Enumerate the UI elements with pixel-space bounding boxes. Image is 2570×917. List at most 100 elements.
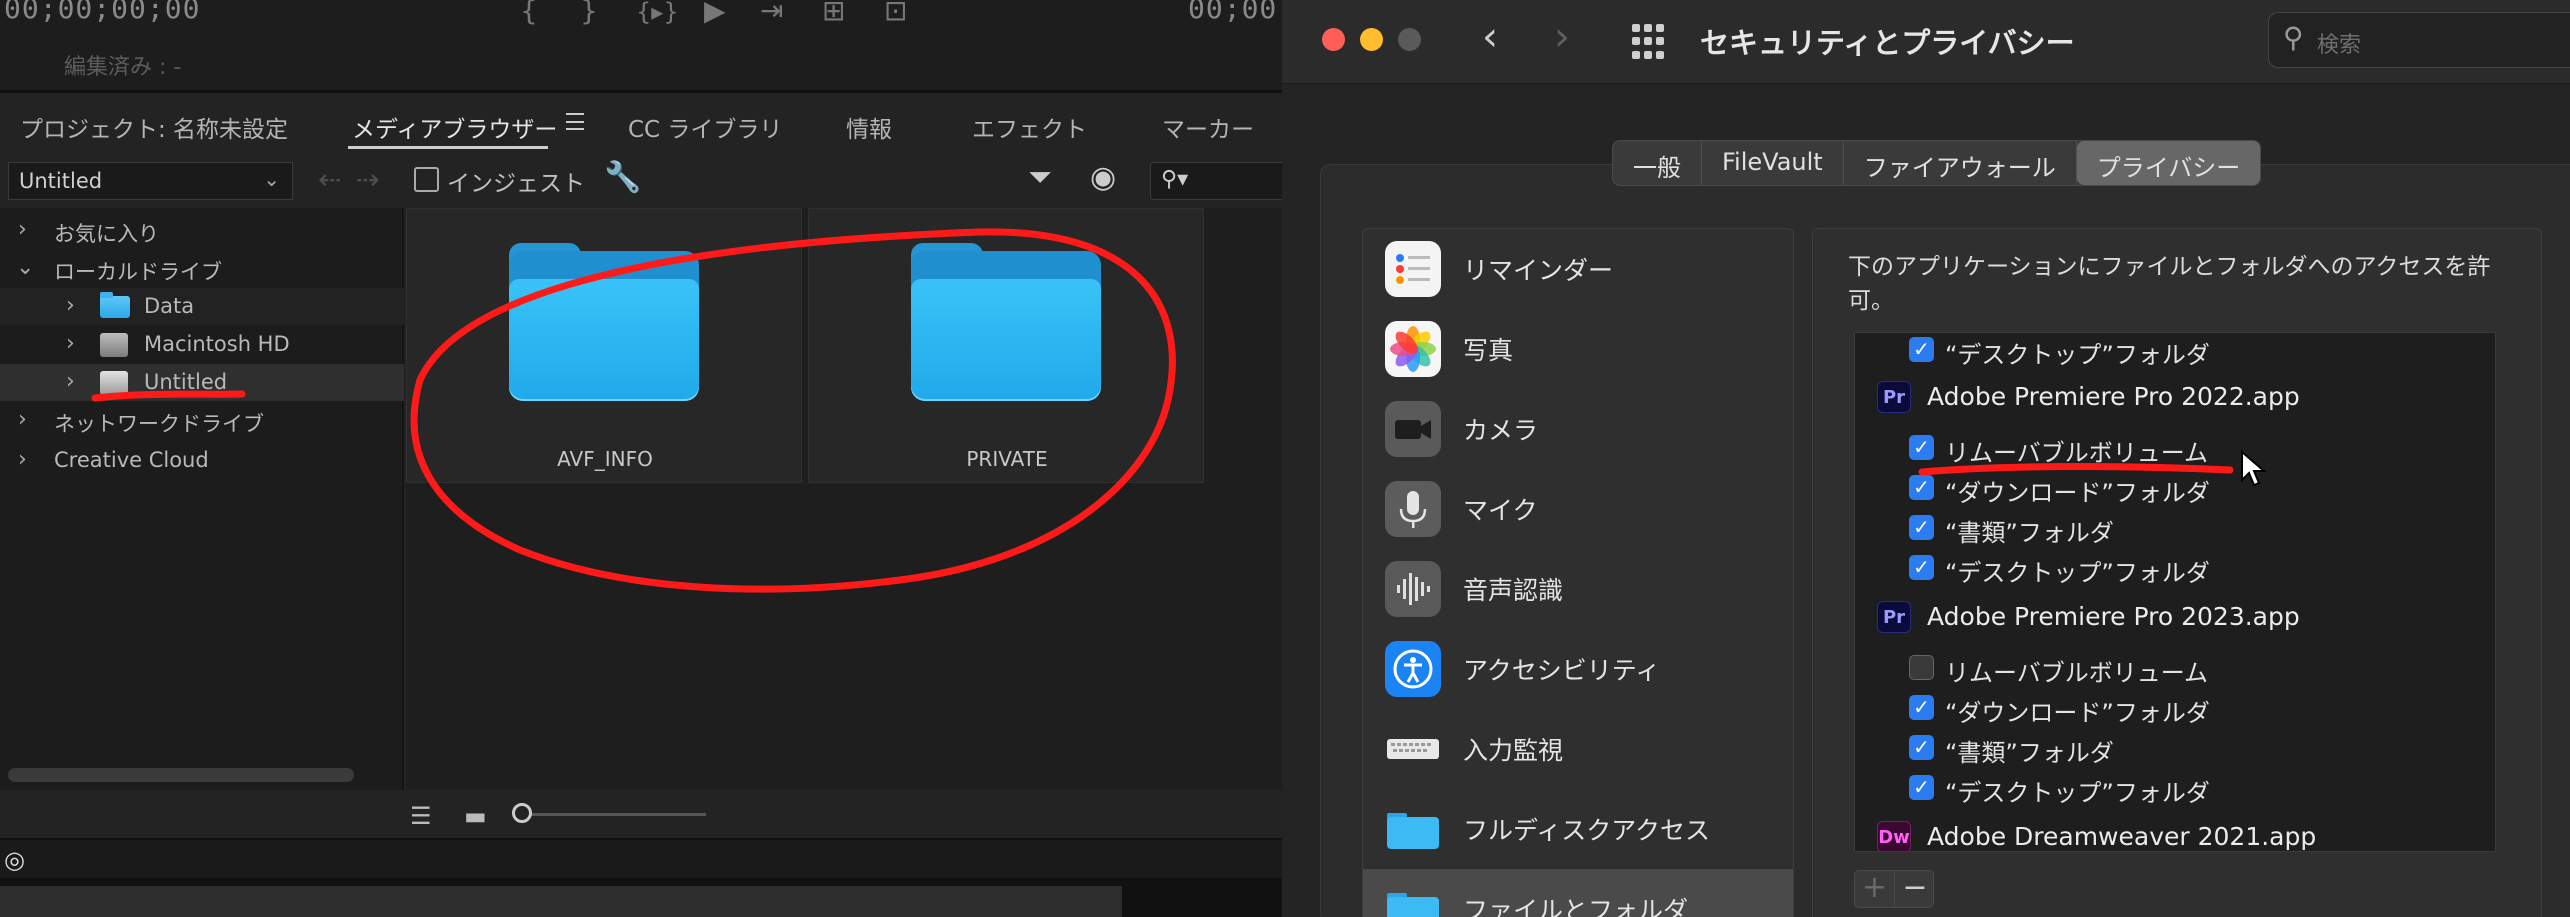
category-input-monitoring[interactable]: 入力監視 [1363,709,1793,789]
chevron-right-icon[interactable]: › [18,217,27,242]
category-photos[interactable]: 写真 [1363,309,1793,389]
folder-tile-avf-info[interactable]: AVF_INFO [406,208,802,483]
category-reminders[interactable]: リマインダー [1363,229,1793,309]
permission-checkbox[interactable]: ✓ [1909,475,1934,500]
chevron-right-icon[interactable]: › [66,293,75,318]
permission-checkbox[interactable]: ✓ [1909,337,1934,362]
chevron-down-icon[interactable]: ⌄ [16,255,34,280]
tab-filevault[interactable]: FileVault [1702,141,1844,185]
category-accessibility[interactable]: アクセシビリティ [1363,629,1793,709]
permission-label: “デスクトップ”フォルダ [1945,559,2210,587]
play-icon[interactable]: ▶ [704,0,726,27]
mark-in-icon[interactable]: { [520,0,538,27]
media-search-field[interactable]: ⚲▾ [1150,162,1282,200]
wrench-icon[interactable]: 🔧 [604,160,641,195]
permission-label: “書類”フォルダ [1945,739,2114,767]
category-files-and-folders[interactable]: ファイルとフォルダ [1363,869,1793,917]
premiere-media-browser: 00;00;00;00 { } {▸} ▶ ⇥ ⊞ ⊡ 00;00;00; 編集… [0,0,1282,917]
tab-cc-libraries[interactable]: CC ライブラリ [628,110,782,144]
panel-menu-icon[interactable] [566,113,584,130]
tree-item-macintosh-hd[interactable]: › Macintosh HD [0,326,404,363]
chevron-right-icon[interactable]: › [18,407,27,432]
category-camera[interactable]: カメラ [1363,389,1793,469]
permission-checkbox[interactable] [1909,655,1934,680]
minimize-button[interactable] [1360,28,1383,51]
insert-icon[interactable]: ⊞ [822,0,845,27]
chevron-right-icon[interactable]: › [18,447,27,472]
tab-project[interactable]: プロジェクト: 名称未設定 [20,110,288,144]
category-label: リマインダー [1463,256,1614,285]
permission-checkbox[interactable]: ✓ [1909,435,1934,460]
tree-scrollbar[interactable] [8,768,354,782]
zoom-button[interactable] [1398,28,1421,51]
app-name: Adobe Dreamweaver 2021.app [1927,822,2317,851]
ingest-checkbox[interactable] [414,167,439,192]
permission-checkbox[interactable]: ✓ [1909,775,1934,800]
zoom-slider-knob[interactable] [512,803,532,823]
tab-effects[interactable]: エフェクト [972,110,1087,144]
category-label: ファイルとフォルダ [1463,896,1689,917]
creative-cloud-icon[interactable]: ◎ [4,846,25,874]
list-item: ✓ “書類”フォルダ [1855,727,2495,767]
timecode-left: 00;00;00;00 [4,0,201,25]
chevron-right-icon[interactable]: › [66,331,75,356]
window-title: セキュリティとプライバシー [1700,26,2075,60]
tab-firewall[interactable]: ファイアウォール [1844,141,2077,185]
search-input[interactable]: ⚲ 検索 [2268,12,2570,68]
eye-icon[interactable]: ◉ [1090,160,1116,195]
show-all-grid-icon[interactable] [1632,24,1668,60]
tab-info[interactable]: 情報 [846,110,892,144]
tree-item-creative-cloud[interactable]: › Creative Cloud [0,442,404,479]
tree-item-favorites[interactable]: › お気に入り [0,212,404,249]
permission-checkbox[interactable]: ✓ [1909,555,1934,580]
export-frame-icon[interactable]: ⊡ [884,0,907,27]
zoom-slider-track[interactable] [520,813,706,816]
mark-out-icon[interactable]: } [580,0,598,27]
go-to-in-icon[interactable]: {▸} [636,0,679,26]
forward-chevron-icon[interactable]: › [1554,14,1570,60]
tree-label: お気に入り [54,222,159,246]
tab-general[interactable]: 一般 [1613,141,1702,185]
folder-tile-private[interactable]: PRIVATE [808,208,1204,483]
app-row-premiere-2023[interactable]: Pr Adobe Premiere Pro 2023.app [1855,597,2495,637]
category-speech-recognition[interactable]: 音声認識 [1363,549,1793,629]
step-forward-icon[interactable]: ⇥ [760,0,783,27]
media-browser-toolbar: Untitled ⌄ ⇠ ⇢ インジェスト 🔧 ⏷ ◉ ⚲▾ [0,154,1282,206]
tab-markers[interactable]: マーカー [1162,110,1254,144]
app-row-premiere-2022[interactable]: Pr Adobe Premiere Pro 2022.app [1855,377,2495,417]
tab-privacy[interactable]: プライバシー [2076,141,2261,185]
category-microphone[interactable]: マイク [1363,469,1793,549]
folder-icon [911,243,1101,401]
filter-icon[interactable]: ⏷ [1028,160,1052,195]
category-full-disk-access[interactable]: フルディスクアクセス [1363,789,1793,869]
list-view-icon[interactable]: ☰ [410,802,432,830]
list-item: ✓ “ダウンロード”フォルダ [1855,687,2495,727]
icon-view-icon[interactable]: ▬ [464,802,487,830]
add-button[interactable]: + [1855,871,1895,907]
permission-checkbox[interactable]: ✓ [1909,515,1934,540]
chevron-right-icon[interactable]: › [66,369,75,394]
program-monitor-header: 00;00;00;00 { } {▸} ▶ ⇥ ⊞ ⊡ 00;00;00; 編集… [0,0,1282,93]
permission-checkbox[interactable]: ✓ [1909,735,1934,760]
tree-item-untitled[interactable]: › Untitled [0,364,404,401]
location-dropdown-value: Untitled [19,169,103,193]
back-chevron-icon[interactable]: ‹ [1482,14,1498,60]
location-dropdown[interactable]: Untitled ⌄ [8,162,293,200]
tree-item-data[interactable]: › Data [0,288,404,325]
status-bar: ◎ [0,838,1282,878]
category-label: 入力監視 [1463,736,1564,765]
app-row-dreamweaver-2021[interactable]: Dw Adobe Dreamweaver 2021.app [1855,817,2495,851]
close-button[interactable] [1322,28,1345,51]
tab-media-browser[interactable]: メディアブラウザー [352,110,557,144]
permission-checkbox[interactable]: ✓ [1909,695,1934,720]
back-arrow-icon[interactable]: ⇠ [318,163,341,196]
tree-label: Data [144,294,195,318]
remove-button[interactable]: − [1895,871,1935,907]
microphone-icon [1385,481,1441,537]
list-item: ✓ リムーバブルボリューム [1855,427,2495,467]
tree-item-local-drives[interactable]: ⌄ ローカルドライブ [0,250,404,287]
ingest-label: インジェスト [447,171,585,197]
forward-arrow-icon[interactable]: ⇢ [356,163,379,196]
bottom-strip [0,878,1282,917]
tree-item-network-drives[interactable]: › ネットワークドライブ [0,402,404,439]
